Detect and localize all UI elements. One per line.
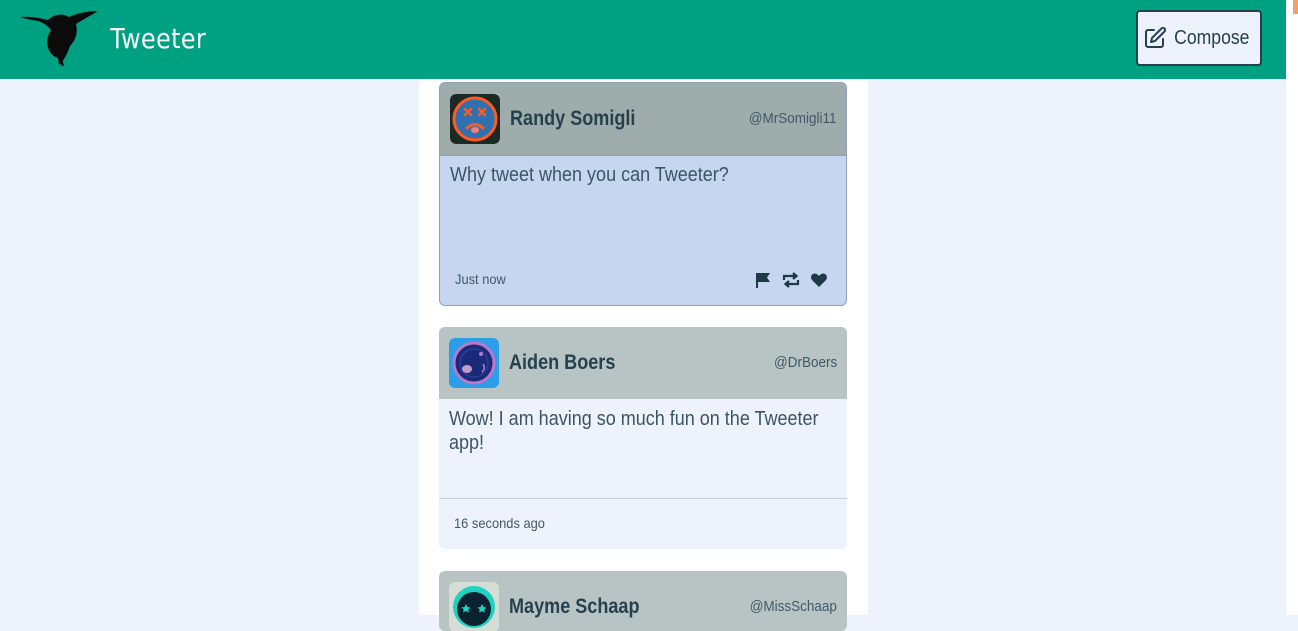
tweet-card: Randy Somigli @MrSomigli11 Why tweet whe… xyxy=(439,82,847,306)
author-handle[interactable]: @MrSomigli11 xyxy=(748,83,836,155)
tweet-actions xyxy=(754,271,828,289)
tweet-footer: 16 seconds ago xyxy=(439,498,847,549)
author-name[interactable]: Randy Somigli xyxy=(510,107,635,131)
compose-button[interactable]: Compose xyxy=(1136,10,1262,66)
scrollbar-track[interactable] xyxy=(1286,0,1298,615)
tweet-header: Aiden Boers @DrBoers xyxy=(439,327,847,399)
hummingbird-icon xyxy=(20,11,98,66)
retweet-icon[interactable] xyxy=(781,271,801,289)
compose-label: Compose xyxy=(1174,26,1250,49)
author-name[interactable]: Aiden Boers xyxy=(509,351,615,375)
author-name[interactable]: Mayme Schaap xyxy=(509,595,640,619)
author-handle[interactable]: @DrBoers xyxy=(774,327,837,399)
scrollbar-thumb[interactable] xyxy=(1293,0,1298,14)
tweet-timestamp: 16 seconds ago xyxy=(454,515,545,531)
tweet-card: Mayme Schaap @MissSchaap xyxy=(439,571,847,631)
heart-icon[interactable] xyxy=(810,271,828,289)
tweet-footer: Just now xyxy=(440,255,846,305)
app-title: Tweeter xyxy=(110,22,207,55)
tweet-header: Randy Somigli @MrSomigli11 xyxy=(440,83,846,156)
tweet-text: Wow! I am having so much fun on the Twee… xyxy=(449,408,819,454)
tweet-text: Why tweet when you can Tweeter? xyxy=(450,164,729,186)
dizzy-face-avatar xyxy=(450,94,500,144)
planet-avatar xyxy=(449,338,499,388)
flag-icon[interactable] xyxy=(754,271,772,289)
author-handle[interactable]: @MissSchaap xyxy=(750,571,837,631)
tweet-timestamp: Just now xyxy=(455,271,506,287)
top-navbar: Tweeter Compose xyxy=(0,0,1286,79)
star-face-avatar xyxy=(449,582,499,631)
edit-icon xyxy=(1145,26,1167,48)
tweet-card: Aiden Boers @DrBoers Wow! I am having so… xyxy=(439,327,847,549)
tweet-header: Mayme Schaap @MissSchaap xyxy=(439,571,847,631)
